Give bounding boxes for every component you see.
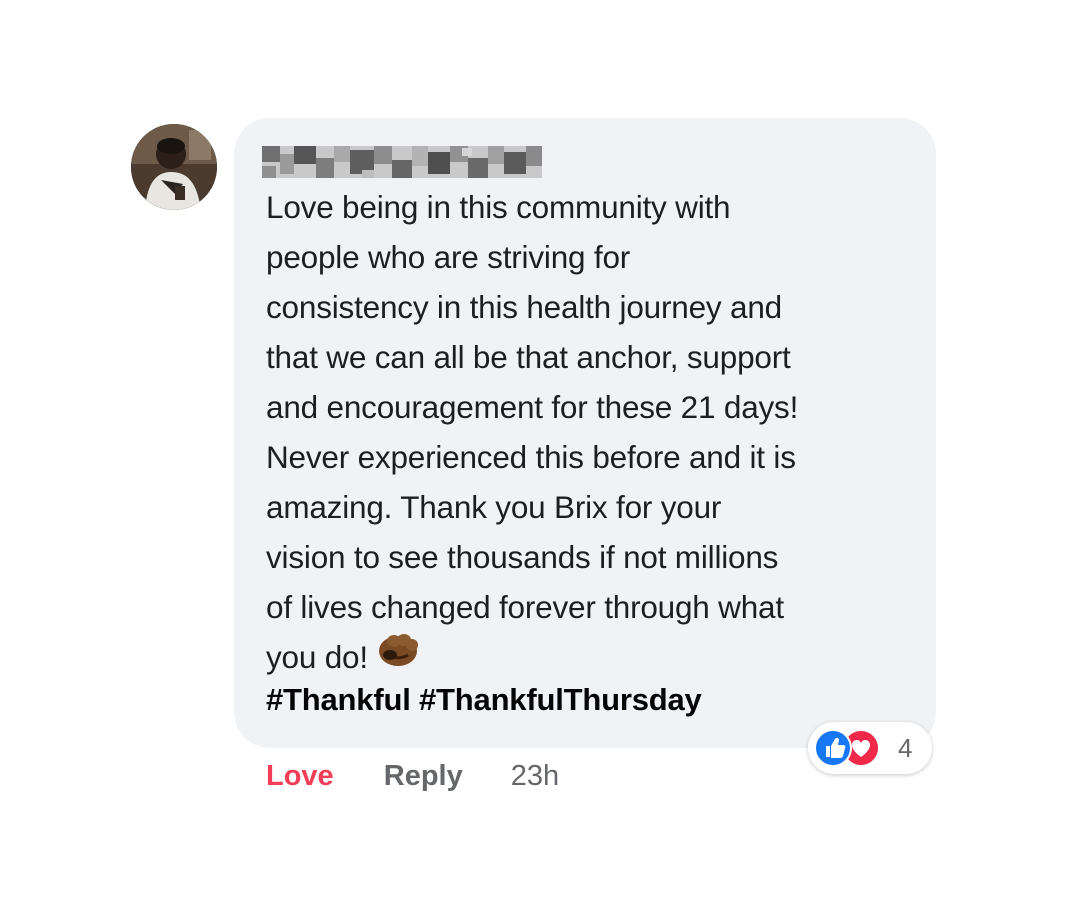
love-button[interactable]: Love <box>266 760 334 792</box>
comment-line-text: you do! <box>266 639 368 675</box>
comment-timestamp[interactable]: 23h <box>511 760 559 792</box>
author-name <box>262 142 263 143</box>
fist-bump-icon <box>376 629 420 683</box>
comment-line: Love being in this community with <box>266 189 731 225</box>
comment-line: of lives changed forever through what <box>266 589 784 625</box>
reaction-count: 4 <box>898 733 913 763</box>
comment-canvas: Love being in this community with people… <box>0 0 1080 900</box>
comment-line: amazing. Thank you Brix for your <box>266 489 722 525</box>
blurred-name-graphic <box>262 146 542 178</box>
comment-text: Love being in this community with people… <box>266 182 926 683</box>
avatar-photo-icon <box>131 124 217 210</box>
reply-button[interactable]: Reply <box>384 760 463 792</box>
comment-actions: Love Reply 23h <box>266 752 559 800</box>
author-avatar[interactable] <box>131 124 217 210</box>
comment-line: vision to see thousands if not millions <box>266 539 779 575</box>
comment-hashtags[interactable]: #Thankful #ThankfulThursday <box>266 676 702 724</box>
comment-line: consistency in this health journey and <box>266 289 782 325</box>
like-reaction-icon <box>814 729 852 767</box>
comment-line: that we can all be that anchor, support <box>266 339 791 375</box>
comment-line: people who are striving for <box>266 239 631 275</box>
comment-line: Never experienced this before and it is <box>266 439 796 475</box>
comment-line: and encouragement for these 21 days! <box>266 389 799 425</box>
author-name-blurred[interactable] <box>262 142 542 182</box>
reaction-summary[interactable]: 4 <box>808 722 932 774</box>
